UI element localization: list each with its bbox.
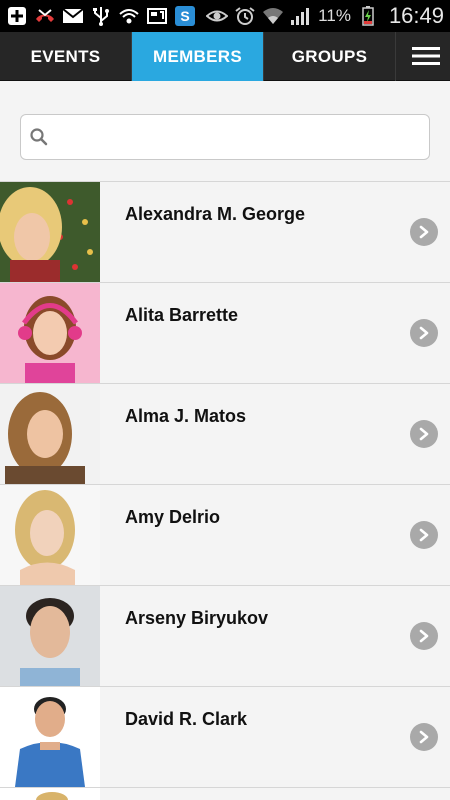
usb-icon — [90, 6, 112, 26]
chevron-right-icon[interactable] — [410, 319, 438, 347]
avatar — [0, 182, 100, 282]
avatar — [0, 384, 100, 484]
battery-charging-icon — [357, 6, 379, 26]
menu-button[interactable] — [396, 32, 450, 80]
member-row[interactable]: Amy Delrio — [0, 484, 450, 585]
status-bar-notifications: S — [6, 6, 206, 26]
sim-card-icon — [146, 6, 168, 26]
member-row[interactable]: Alita Barrette — [0, 282, 450, 383]
chevron-right-icon[interactable] — [410, 723, 438, 751]
search-icon — [30, 128, 48, 146]
tab-events[interactable]: EVENTS — [0, 32, 132, 81]
skype-icon: S — [174, 6, 196, 26]
status-bar: S 11% 16:49 — [0, 0, 450, 32]
signal-bars-icon — [290, 6, 312, 26]
missed-call-icon — [34, 6, 56, 26]
member-name: Alma J. Matos — [125, 406, 247, 426]
chevron-right-icon[interactable] — [410, 218, 438, 246]
member-row[interactable]: Arseny Biryukov — [0, 585, 450, 686]
wifi-icon — [262, 6, 284, 26]
avatar — [0, 283, 100, 383]
avatar — [0, 485, 100, 585]
member-name: Arseny Biryukov — [125, 608, 269, 628]
mail-icon — [62, 6, 84, 26]
wifi-signal-icon — [118, 6, 140, 26]
chevron-right-icon[interactable] — [410, 420, 438, 448]
member-row-partial[interactable] — [0, 787, 450, 800]
tab-members[interactable]: MEMBERS — [132, 32, 264, 81]
tab-groups[interactable]: GROUPS — [264, 32, 396, 81]
search-box[interactable] — [20, 114, 430, 160]
member-name: Alexandra M. George — [125, 204, 306, 224]
hamburger-menu-icon — [412, 47, 440, 65]
search-area — [0, 81, 450, 181]
alarm-icon — [234, 6, 256, 26]
eye-icon — [206, 6, 229, 26]
member-row[interactable]: David R. Clark — [0, 686, 450, 787]
chevron-right-icon[interactable] — [410, 622, 438, 650]
member-name: Amy Delrio — [125, 507, 221, 527]
member-list: Alexandra M. George Alita Barrette Alma … — [0, 181, 450, 787]
tab-bar: EVENTS MEMBERS GROUPS — [0, 32, 450, 81]
member-row[interactable]: Alma J. Matos — [0, 383, 450, 484]
battery-percent: 11% — [318, 6, 351, 25]
member-name: Alita Barrette — [125, 305, 239, 325]
avatar — [0, 687, 100, 787]
svg-text:S: S — [180, 8, 189, 24]
avatar — [0, 788, 100, 800]
member-name: David R. Clark — [125, 709, 248, 729]
search-input[interactable] — [55, 117, 429, 157]
add-icon — [6, 6, 28, 26]
avatar — [0, 586, 100, 686]
status-bar-system: 11% 16:49 — [206, 3, 444, 29]
chevron-right-icon[interactable] — [410, 521, 438, 549]
member-row[interactable]: Alexandra M. George — [0, 181, 450, 282]
clock: 16:49 — [388, 3, 444, 28]
